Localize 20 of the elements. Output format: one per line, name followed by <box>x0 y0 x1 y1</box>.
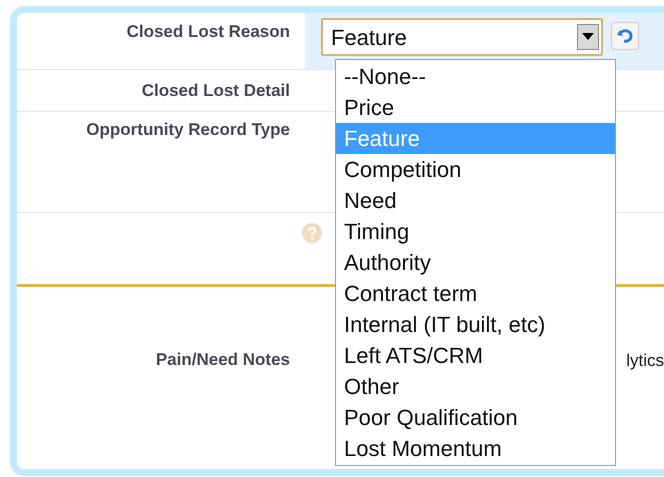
dropdown-option[interactable]: Authority <box>336 247 615 278</box>
field-label: Opportunity Record Type <box>86 120 290 139</box>
dropdown-option[interactable]: Poor Qualification <box>336 402 615 433</box>
dropdown-option[interactable]: Internal (IT built, etc) <box>336 309 615 340</box>
dropdown-option[interactable]: Other <box>336 371 615 402</box>
dropdown-option[interactable]: Contract term <box>336 278 615 309</box>
dropdown-option[interactable]: Competition <box>336 154 615 185</box>
field-value: lytics <box>626 350 664 372</box>
field-label: Pain/Need Notes <box>156 350 290 369</box>
field-label: Closed Lost Reason <box>126 22 290 41</box>
undo-arrow-icon <box>616 28 634 44</box>
dropdown-option[interactable]: Price <box>336 92 615 123</box>
dropdown-option[interactable]: Lost Momentum <box>336 433 615 464</box>
dropdown-option[interactable]: --None-- <box>336 61 615 92</box>
field-label: Closed Lost Detail <box>142 81 290 100</box>
dropdown-option[interactable]: Left ATS/CRM <box>336 340 615 371</box>
picklist-select[interactable]: Feature <box>321 18 603 56</box>
dropdown-option[interactable]: Timing <box>336 216 615 247</box>
undo-button[interactable] <box>611 22 639 50</box>
dropdown-option[interactable]: Need <box>336 185 615 216</box>
